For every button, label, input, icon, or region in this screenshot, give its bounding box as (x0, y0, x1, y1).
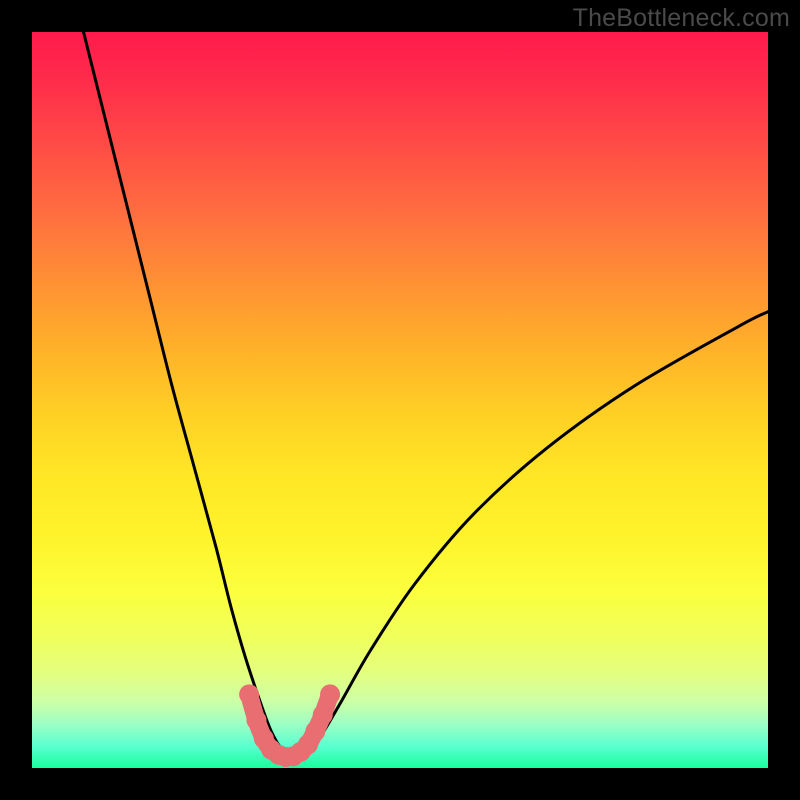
chart-frame: TheBottleneck.com (0, 0, 800, 800)
marker-dot (239, 684, 259, 704)
curve-layer (32, 32, 768, 768)
marker-segment (239, 684, 340, 767)
marker-dot (246, 710, 266, 730)
watermark-text: TheBottleneck.com (573, 4, 790, 33)
marker-dot (320, 684, 340, 704)
marker-dot (313, 705, 333, 725)
bottleneck-curve (84, 32, 768, 757)
plot-area (32, 32, 768, 768)
